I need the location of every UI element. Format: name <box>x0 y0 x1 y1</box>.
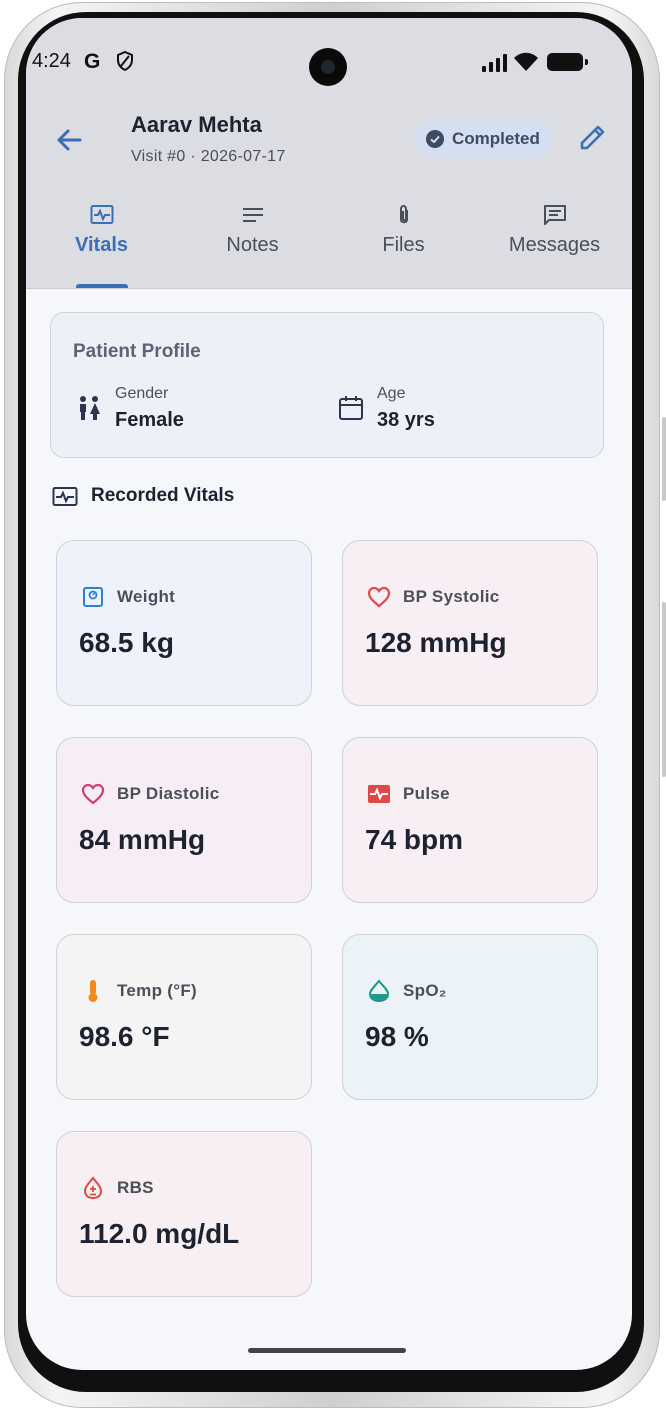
calendar-icon <box>339 396 363 420</box>
tab-files-label: Files <box>382 234 425 256</box>
vital-card-bp-diastolic[interactable]: BP Diastolic 84 mmHg <box>56 737 312 903</box>
notes-icon <box>242 208 263 222</box>
vital-value: 68.5 kg <box>79 627 174 658</box>
vital-card-spo2[interactable]: SpO₂ 98 % <box>342 934 598 1100</box>
thermometer-icon <box>88 980 98 1002</box>
tab-messages-label: Messages <box>508 234 601 256</box>
vital-label: BP Systolic <box>403 587 500 606</box>
vital-card-bp-systolic[interactable]: BP Systolic 128 mmHg <box>342 540 598 706</box>
google-g-icon: G <box>84 50 101 73</box>
app-header: 4:24 G Aarav Mehta Visit #0 · 2026-07-17… <box>26 18 632 289</box>
tab-vitals-label: Vitals <box>75 234 128 256</box>
vital-value: 98.6 °F <box>79 1021 170 1052</box>
vital-label: SpO₂ <box>403 981 447 1000</box>
heart-outline-icon <box>81 783 105 805</box>
vital-card-rbs[interactable]: RBS 112.0 mg/dL <box>56 1131 312 1297</box>
age-label: Age <box>377 385 406 402</box>
signal-icon <box>482 54 507 72</box>
vital-card-weight[interactable]: Weight 68.5 kg <box>56 540 312 706</box>
blood-drop-icon <box>83 1176 103 1200</box>
visit-info: Visit #0 · 2026-07-17 <box>131 148 286 165</box>
status-bar: 4:24 G <box>26 18 632 98</box>
status-badge-label: Completed <box>452 129 540 148</box>
check-circle-icon <box>426 130 444 148</box>
vital-label: RBS <box>117 1178 154 1197</box>
volume-button <box>662 417 666 501</box>
vital-value: 112.0 mg/dL <box>79 1218 240 1249</box>
tab-messages[interactable]: Messages <box>479 198 630 288</box>
tab-notes[interactable]: Notes <box>177 198 328 288</box>
profile-title: Patient Profile <box>73 341 201 362</box>
tab-files[interactable]: Files <box>328 198 479 288</box>
app-screen: 4:24 G Aarav Mehta Visit #0 · 2026-07-17… <box>26 18 632 1370</box>
drop-icon <box>368 979 390 1003</box>
recorded-vitals-icon <box>52 487 78 506</box>
shield-icon <box>117 51 133 71</box>
vital-label: BP Diastolic <box>117 784 220 803</box>
patient-name: Aarav Mehta <box>131 112 262 137</box>
home-indicator[interactable] <box>248 1348 406 1353</box>
recorded-vitals-title: Recorded Vitals <box>91 485 235 506</box>
front-camera <box>309 48 347 86</box>
message-icon <box>543 205 566 225</box>
vital-label: Weight <box>117 587 176 606</box>
gender-value: Female <box>115 409 184 431</box>
battery-icon <box>547 53 588 71</box>
status-badge: Completed <box>414 121 552 157</box>
gender-label: Gender <box>115 385 169 402</box>
tab-active-indicator <box>76 284 128 288</box>
vital-value: 128 mmHg <box>365 627 507 658</box>
vital-label: Temp (°F) <box>117 981 198 1000</box>
wifi-icon <box>514 52 538 71</box>
vital-value: 98 % <box>365 1021 429 1052</box>
edit-pencil-icon[interactable] <box>578 122 608 152</box>
back-arrow-icon[interactable] <box>52 123 86 157</box>
vital-label: Pulse <box>403 784 450 803</box>
vital-card-temp[interactable]: Temp (°F) 98.6 °F <box>56 934 312 1100</box>
patient-profile-card: Patient Profile Gender Female Age 38 yrs <box>50 312 604 458</box>
power-button <box>662 602 666 777</box>
tab-notes-label: Notes <box>226 234 279 256</box>
vital-value: 84 mmHg <box>79 824 206 855</box>
vitals-icon <box>90 205 113 224</box>
tab-vitals[interactable]: Vitals <box>26 198 177 288</box>
gender-icon <box>80 396 100 420</box>
tab-bar: Vitals Notes Files Messages <box>26 198 632 288</box>
paperclip-icon <box>399 205 408 224</box>
age-value: 38 yrs <box>377 409 435 431</box>
scale-icon <box>83 587 103 607</box>
pulse-icon <box>368 785 390 803</box>
vital-card-pulse[interactable]: Pulse 74 bpm <box>342 737 598 903</box>
vital-value: 74 bpm <box>365 824 464 855</box>
status-time: 4:24 <box>32 50 71 72</box>
heart-outline-icon <box>367 586 391 608</box>
